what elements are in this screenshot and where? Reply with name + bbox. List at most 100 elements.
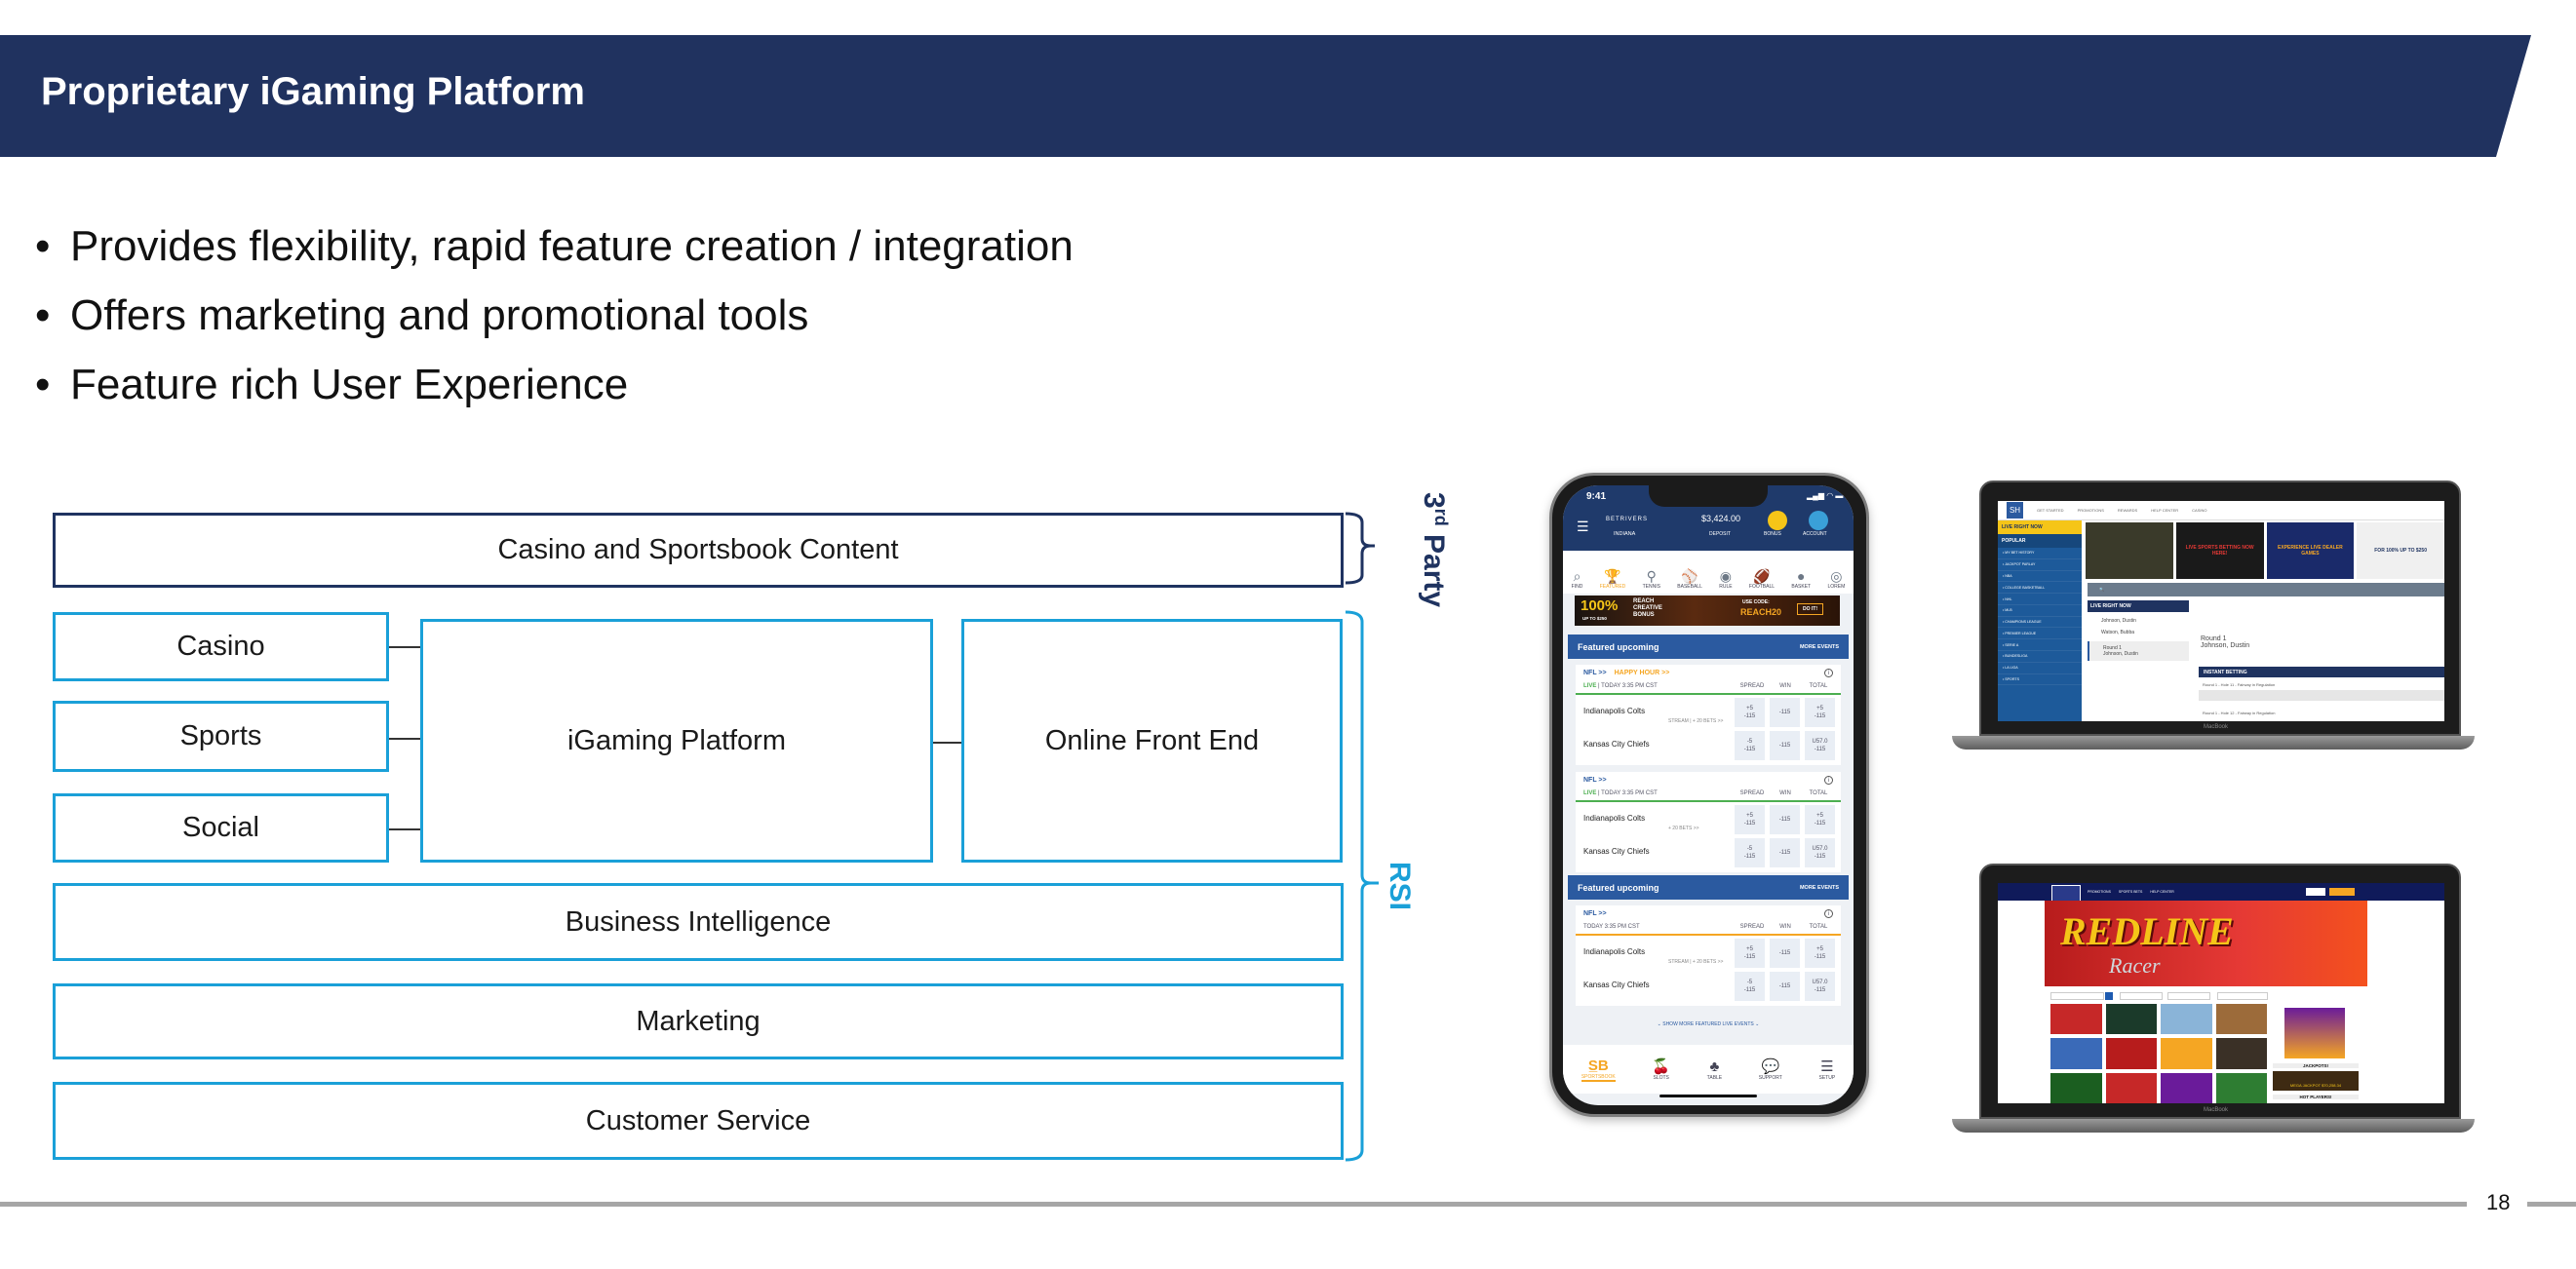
bottom-nav-item[interactable]: ♣ TABLE: [1707, 1058, 1722, 1081]
account-avatar-icon[interactable]: [1809, 511, 1828, 530]
live-right-now-button[interactable]: LIVE RIGHT NOW: [1998, 520, 2082, 534]
game-tile[interactable]: [2215, 1038, 2267, 1069]
odds-button[interactable]: U57.0 -115: [1805, 731, 1835, 760]
odds-button[interactable]: +5 -115: [1735, 698, 1765, 727]
game-tile[interactable]: [2050, 1072, 2102, 1103]
odds-button[interactable]: +5 -115: [1735, 805, 1765, 834]
site-nav-link[interactable]: REWARDS: [2118, 508, 2137, 513]
sport-tab[interactable]: ⚾ BASEBALL: [1677, 568, 1702, 590]
sidebar-menu-item[interactable]: • LA LIGA: [1998, 663, 2082, 674]
state-selector[interactable]: INDIANA: [1614, 531, 1635, 537]
deposit-button[interactable]: DEPOSIT: [1709, 531, 1731, 537]
player-name[interactable]: Round 1: [2088, 641, 2189, 651]
game-tile[interactable]: [2105, 1038, 2157, 1069]
sidebar-menu-item[interactable]: • JACKPOT PARLAY: [1998, 559, 2082, 571]
casino-nav-link[interactable]: HELP CENTER: [2150, 890, 2173, 894]
league-link[interactable]: NFL >> HAPPY HOUR >>: [1583, 670, 1669, 676]
sidebar-menu-item[interactable]: • PREMIER LEAGUE: [1998, 628, 2082, 640]
casino-nav-link[interactable]: PROMOTIONS: [2088, 890, 2111, 894]
bottom-nav-item[interactable]: 💬 SUPPORT: [1759, 1058, 1782, 1081]
sidebar-menu-item[interactable]: • MLB: [1998, 605, 2082, 617]
odds-button[interactable]: -5 -115: [1735, 731, 1765, 760]
league-link[interactable]: NFL >>: [1583, 910, 1607, 917]
info-icon[interactable]: i: [1824, 909, 1833, 918]
odds-button[interactable]: +5 -115: [1735, 939, 1765, 968]
bonus-avatar-icon[interactable]: [1768, 511, 1787, 530]
filter-select[interactable]: [2167, 992, 2210, 1000]
sidebar-menu-item[interactable]: • NHL: [1998, 594, 2082, 605]
promo-banner[interactable]: 100% UP TO $250 REACH CREATIVE BONUS USE…: [1575, 596, 1840, 626]
site-search-bar[interactable]: 🔍: [2088, 583, 2444, 596]
odds-button[interactable]: -115: [1770, 731, 1800, 760]
sidebar-menu-item[interactable]: • BUNDESLIGA: [1998, 651, 2082, 663]
game-tile[interactable]: [2105, 1072, 2157, 1103]
bets-link[interactable]: + 20 BETS >>: [1668, 826, 1699, 831]
sidebar-menu-item[interactable]: • SPORTS: [1998, 674, 2082, 686]
sport-tab[interactable]: ◎ LOREM: [1827, 568, 1845, 590]
market-odds-row[interactable]: [2199, 690, 2444, 701]
site-nav-link[interactable]: PROMOTIONS: [2078, 508, 2104, 513]
site-nav-link[interactable]: HELP CENTER: [2151, 508, 2178, 513]
sport-tab[interactable]: ⌕ FIND: [1572, 568, 1583, 590]
show-more-link[interactable]: ⌄ SHOW MORE FEATURED LIVE EVENTS ⌄: [1563, 1021, 1854, 1027]
bets-link[interactable]: STREAM | + 20 BETS >>: [1668, 959, 1723, 965]
casino-nav-link[interactable]: SPORTS BETS: [2119, 890, 2142, 894]
hero-banner[interactable]: REDLINE Racer: [2045, 901, 2367, 986]
game-tile[interactable]: [2050, 1038, 2102, 1069]
odds-button[interactable]: -115: [1770, 972, 1800, 1001]
odds-button[interactable]: -115: [1770, 698, 1800, 727]
game-tile[interactable]: [2215, 1004, 2267, 1035]
bottom-nav-item[interactable]: ☰ SETUP: [1818, 1058, 1835, 1081]
sidebar-menu-item[interactable]: • NBA: [1998, 571, 2082, 583]
bottom-nav-item[interactable]: 🍒 SLOTS: [1652, 1058, 1670, 1081]
promo-tile[interactable]: [2086, 522, 2173, 579]
sport-tab[interactable]: 🏆 FEATURED: [1600, 568, 1626, 590]
featured-game-tile[interactable]: [2284, 1008, 2345, 1058]
player-name[interactable]: Johnson, Dustin: [2088, 651, 2189, 661]
banner-cta-button[interactable]: DO IT!: [1797, 603, 1823, 615]
happy-hour-badge[interactable]: HAPPY HOUR >>: [1615, 670, 1670, 676]
league-link[interactable]: NFL >>: [1583, 777, 1607, 784]
promo-tile[interactable]: LIVE SPORTS BETTING NOW HERE!: [2175, 522, 2264, 579]
sport-tab[interactable]: ⚲ TENNIS: [1643, 568, 1660, 590]
site-nav-link[interactable]: CASINO: [2192, 508, 2206, 513]
game-search-input[interactable]: [2050, 992, 2104, 1000]
filter-select[interactable]: [2120, 992, 2163, 1000]
odds-button[interactable]: +5 -115: [1805, 805, 1835, 834]
odds-button[interactable]: U57.0 -115: [1805, 838, 1835, 867]
promo-tile[interactable]: FOR 100% UP TO $250: [2357, 522, 2444, 579]
more-events-link[interactable]: MORE EVENTS: [1800, 885, 1839, 891]
sport-tab[interactable]: ● BASKET: [1791, 568, 1811, 590]
game-tile[interactable]: [2105, 1004, 2157, 1035]
odds-button[interactable]: -115: [1770, 838, 1800, 867]
bonus-button[interactable]: BONUS: [1764, 531, 1781, 537]
hamburger-menu-icon[interactable]: ☰: [1577, 519, 1589, 535]
odds-button[interactable]: U57.0 -115: [1805, 972, 1835, 1001]
info-icon[interactable]: i: [1824, 776, 1833, 785]
game-tile[interactable]: [2215, 1072, 2267, 1103]
account-button[interactable]: ACCOUNT: [1803, 531, 1827, 537]
search-button[interactable]: [2105, 992, 2113, 1000]
game-tile[interactable]: [2161, 1072, 2212, 1103]
bets-link[interactable]: STREAM | + 20 BETS >>: [1668, 718, 1723, 724]
odds-button[interactable]: -5 -115: [1735, 972, 1765, 1001]
sport-tab[interactable]: 🏈 FOOTBALL: [1749, 568, 1775, 590]
sidebar-menu-item[interactable]: • CHAMPIONS LEAGUE: [1998, 617, 2082, 629]
odds-button[interactable]: -5 -115: [1735, 838, 1765, 867]
more-events-link[interactable]: MORE EVENTS: [1800, 644, 1839, 650]
game-tile[interactable]: [2161, 1004, 2212, 1035]
login-button[interactable]: [2306, 888, 2325, 896]
sidebar-menu-item[interactable]: • MY BET HISTORY: [1998, 548, 2082, 559]
site-nav-link[interactable]: GET STARTED: [2037, 508, 2064, 513]
odds-button[interactable]: +5 -115: [1805, 698, 1835, 727]
bottom-nav-item[interactable]: S̲B SPORTSBOOK: [1581, 1058, 1616, 1082]
join-button[interactable]: [2329, 888, 2355, 896]
player-name[interactable]: Watson, Bubba: [2088, 630, 2189, 641]
sport-tab[interactable]: ◉ RULE: [1719, 568, 1732, 590]
game-tile[interactable]: [2161, 1038, 2212, 1069]
game-tile[interactable]: [2050, 1004, 2102, 1035]
sidebar-menu-item[interactable]: • COLLEGE BASKETBALL: [1998, 582, 2082, 595]
sidebar-menu-item[interactable]: • SERIE A: [1998, 639, 2082, 652]
odds-button[interactable]: -115: [1770, 939, 1800, 968]
promo-tile[interactable]: EXPERIENCE LIVE DEALER GAMES: [2266, 522, 2355, 579]
